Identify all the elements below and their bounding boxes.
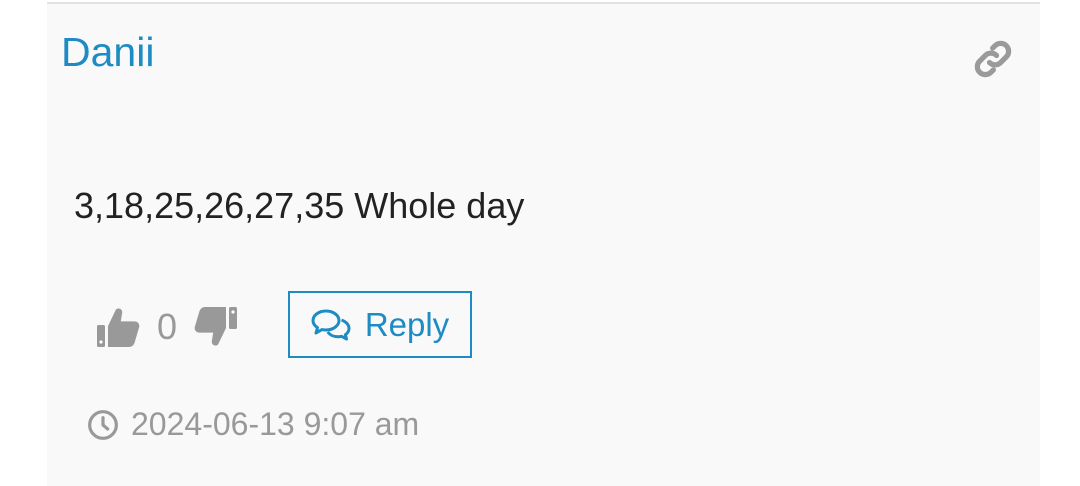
comment-card: Danii 3,18,25,26,27,35 Whole day 0 Reply… — [47, 2, 1040, 486]
vote-count: 0 — [157, 306, 178, 347]
thumbs-down-icon[interactable] — [191, 303, 239, 351]
comment-author[interactable]: Danii — [61, 32, 154, 73]
comments-icon — [311, 309, 351, 340]
link-icon[interactable] — [972, 38, 1014, 80]
comment-timestamp: 2024-06-13 9:07 am — [131, 406, 420, 442]
reply-label: Reply — [364, 305, 450, 343]
page: Danii 3,18,25,26,27,35 Whole day 0 Reply… — [0, 0, 1080, 486]
clock-icon — [88, 409, 118, 440]
thumbs-up-icon[interactable] — [95, 303, 143, 351]
reply-button[interactable]: Reply — [288, 291, 472, 358]
vote-row: 0 — [95, 294, 239, 360]
timestamp-row: 2024-06-13 9:07 am — [87, 406, 419, 443]
comment-body: 3,18,25,26,27,35 Whole day — [74, 185, 525, 226]
